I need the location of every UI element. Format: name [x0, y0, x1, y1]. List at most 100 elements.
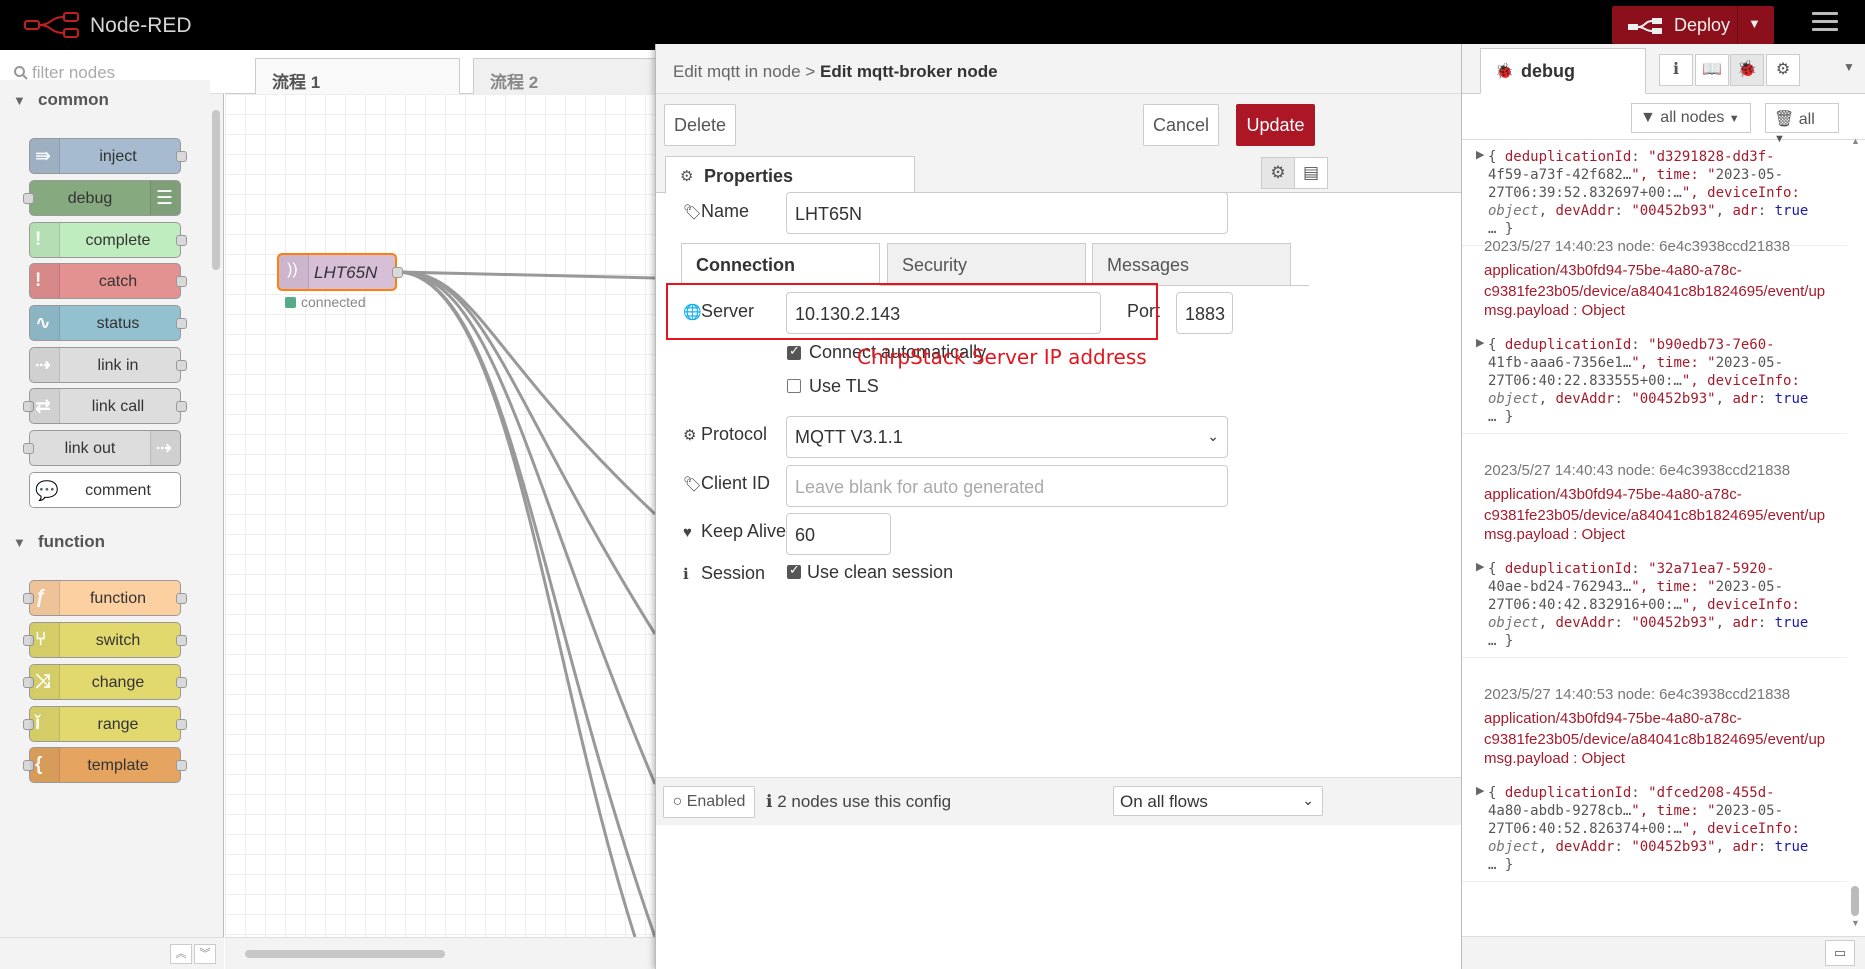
deploy-icon [1628, 18, 1662, 34]
tab-security[interactable]: Security [887, 243, 1086, 286]
collapse-down-icon[interactable]: ︾ [194, 944, 216, 964]
circle-icon: ○ [672, 793, 683, 810]
debug-message-object-line: object, devAddr: "00452b93", adr: true [1488, 203, 1809, 219]
debug-message-object-line: 27T06:40:52.826374+00:…", deviceInfo: [1488, 821, 1800, 837]
highlight-box [666, 283, 1158, 340]
chevron-down-icon: ⌄ [1207, 428, 1219, 444]
palette-node-complete[interactable]: ! complete [29, 222, 187, 258]
update-button[interactable]: Update [1236, 104, 1315, 146]
sidebar-scrollbar[interactable]: ▲ ▼ [1850, 136, 1860, 928]
palette-node-range[interactable]: ǐ range [23, 706, 187, 742]
use-tls-label: Use TLS [809, 376, 879, 396]
bug-icon: 🐞 [1495, 63, 1514, 80]
name-input[interactable]: LHT65N [786, 192, 1228, 234]
clean-session-checkbox[interactable] [787, 562, 801, 579]
tab-properties[interactable]: ⚙ Properties [665, 156, 915, 194]
bug-icon[interactable]: 🐞 [1730, 54, 1764, 86]
tray-toolbar: Delete Cancel Update [656, 94, 1461, 150]
book-icon[interactable]: 📖 [1695, 54, 1729, 86]
clear-messages-button[interactable]: 🗑 all ▼ [1765, 103, 1839, 145]
breadcrumb-current: Edit mqtt-broker node [819, 62, 998, 81]
shuffle-icon: ⤨ [30, 665, 60, 699]
info-icon: ℹ [683, 566, 689, 583]
tab-connection[interactable]: Connection [681, 243, 880, 286]
properties-tabs: ⚙ Properties ⚙ ▤ [656, 150, 1461, 194]
delete-button[interactable]: Delete [664, 104, 736, 146]
flow-canvas[interactable]: )) LHT65N connected [225, 94, 655, 937]
palette-node-comment[interactable]: 💬 comment [29, 472, 181, 508]
chevron-down-icon[interactable]: ▼ [1843, 60, 1855, 74]
debug-message[interactable]: 2023/5/27 14:40:53 node: 6e4c3938ccd2183… [1462, 680, 1847, 882]
debug-message-topic: c9381fe23b05/device/a84041c8b1824695/eve… [1484, 283, 1826, 300]
scope-select[interactable]: On all flows ⌄ [1113, 786, 1323, 816]
debug-message[interactable]: ▶ { deduplicationId: "d3291828-dd3f- 4f59-… [1462, 140, 1847, 246]
horizontal-scrollbar[interactable] [245, 950, 445, 958]
palette-node-template[interactable]: { template [23, 747, 187, 783]
tab-flow-2[interactable]: 流程 2 [473, 58, 663, 94]
port-input[interactable]: 1883 [1176, 292, 1233, 334]
connect-automatically-checkbox[interactable] [787, 343, 801, 360]
deploy-button[interactable]: Deploy ▼ [1612, 6, 1774, 44]
arrow-in-icon: ⇛ [30, 139, 60, 173]
description-icon[interactable]: ▤ [1294, 157, 1328, 189]
keep-alive-label: ♥ Keep Alive [683, 521, 787, 541]
deploy-caret-icon[interactable]: ▼ [1748, 16, 1761, 31]
tag-icon: 🏷 [683, 204, 703, 221]
palette-node-debug[interactable]: debug ☰ [23, 180, 181, 216]
palette-node-link-out[interactable]: link out ⇢ [23, 430, 181, 466]
palette-node-switch[interactable]: ⑂ switch [23, 622, 187, 658]
client-id-input[interactable]: Leave blank for auto generated [786, 465, 1228, 507]
breadcrumb: Edit mqtt in node > Edit mqtt-broker nod… [673, 62, 998, 81]
breadcrumb-parent[interactable]: Edit mqtt in node [673, 62, 801, 81]
gear-icon[interactable]: ⚙ [1261, 157, 1295, 189]
cancel-button[interactable]: Cancel [1143, 104, 1219, 146]
debug-message-object-line: 4f59-a73f-42f682…", time: "2023-05- [1488, 167, 1784, 183]
expand-arrow-icon[interactable]: ▶ [1476, 560, 1484, 573]
tab-debug[interactable]: 🐞 debug [1480, 48, 1646, 94]
config-usage-info: ℹ 2 nodes use this config [766, 792, 952, 811]
palette-category-function[interactable]: ▼ function [0, 522, 210, 564]
palette-node-function[interactable]: ƒ function [23, 580, 187, 616]
search-icon [14, 66, 28, 80]
gear-icon[interactable]: ⚙ [1766, 54, 1800, 86]
menu-icon[interactable] [1812, 12, 1838, 38]
debug-message-object-line: 27T06:40:22.833555+00:…", deviceInfo: [1488, 373, 1800, 389]
expand-arrow-icon[interactable]: ▶ [1476, 148, 1484, 161]
palette-node-change[interactable]: ⤨ change [23, 664, 187, 700]
palette-node-catch[interactable]: ! catch [29, 263, 187, 299]
palette-node-status[interactable]: ∿ status [29, 305, 187, 341]
palette-node-link-in[interactable]: ⇢ link in [29, 347, 187, 383]
expand-arrow-icon[interactable]: ▶ [1476, 784, 1484, 797]
palette-category-common[interactable]: ▼ common [0, 80, 210, 122]
palette-node-inject[interactable]: ⇛ inject [29, 138, 187, 174]
debug-message[interactable]: 2023/5/27 14:40:23 node: 6e4c3938ccd2183… [1462, 232, 1847, 434]
palette-node-link-call[interactable]: ⇄ link call [23, 388, 187, 424]
tab-messages[interactable]: Messages [1092, 243, 1291, 286]
debug-message-object-line: object, devAddr: "00452b93", adr: true [1488, 839, 1809, 855]
link-in-icon: ⇢ [30, 348, 60, 382]
protocol-select[interactable]: MQTT V3.1.1 ⌄ [786, 416, 1228, 458]
sidebar-tabs: 🐞 debug ℹ 📖 🐞 ⚙ ▼ [1462, 44, 1865, 94]
app-title: Node-RED [90, 14, 192, 37]
tray-footer: ○ Enabled ℹ 2 nodes use this config On a… [656, 777, 1461, 825]
flow-node-lht65n[interactable]: )) LHT65N [277, 253, 403, 291]
info-icon[interactable]: ℹ [1659, 54, 1693, 86]
debug-message-object-line: object, devAddr: "00452b93", adr: true [1488, 391, 1809, 407]
debug-message-type: msg.payload : Object [1484, 526, 1625, 543]
chevron-down-icon: ▼ [13, 93, 26, 108]
debug-message-topic: c9381fe23b05/device/a84041c8b1824695/eve… [1484, 731, 1826, 748]
debug-message[interactable]: 2023/5/27 14:40:43 node: 6e4c3938ccd2183… [1462, 456, 1847, 658]
tab-flow-1[interactable]: 流程 1 [255, 58, 460, 94]
range-icon: ǐ [30, 707, 60, 741]
expand-up-icon[interactable]: ︽ [170, 944, 192, 964]
debug-message-type: msg.payload : Object [1484, 302, 1625, 319]
use-tls-checkbox[interactable] [787, 379, 801, 393]
monitor-icon[interactable]: ▭ [1825, 940, 1855, 966]
expand-arrow-icon[interactable]: ▶ [1476, 336, 1484, 349]
workspace: 流程 1 流程 2 )) LHT65N connected [225, 50, 663, 969]
filter-nodes-button[interactable]: ▼ all nodes ▼ [1631, 103, 1751, 133]
keep-alive-input[interactable]: 60 [786, 513, 891, 555]
palette-scrollbar[interactable] [212, 110, 220, 270]
flow-tabs: 流程 1 流程 2 [225, 50, 663, 94]
enabled-toggle[interactable]: ○ Enabled [663, 786, 755, 818]
